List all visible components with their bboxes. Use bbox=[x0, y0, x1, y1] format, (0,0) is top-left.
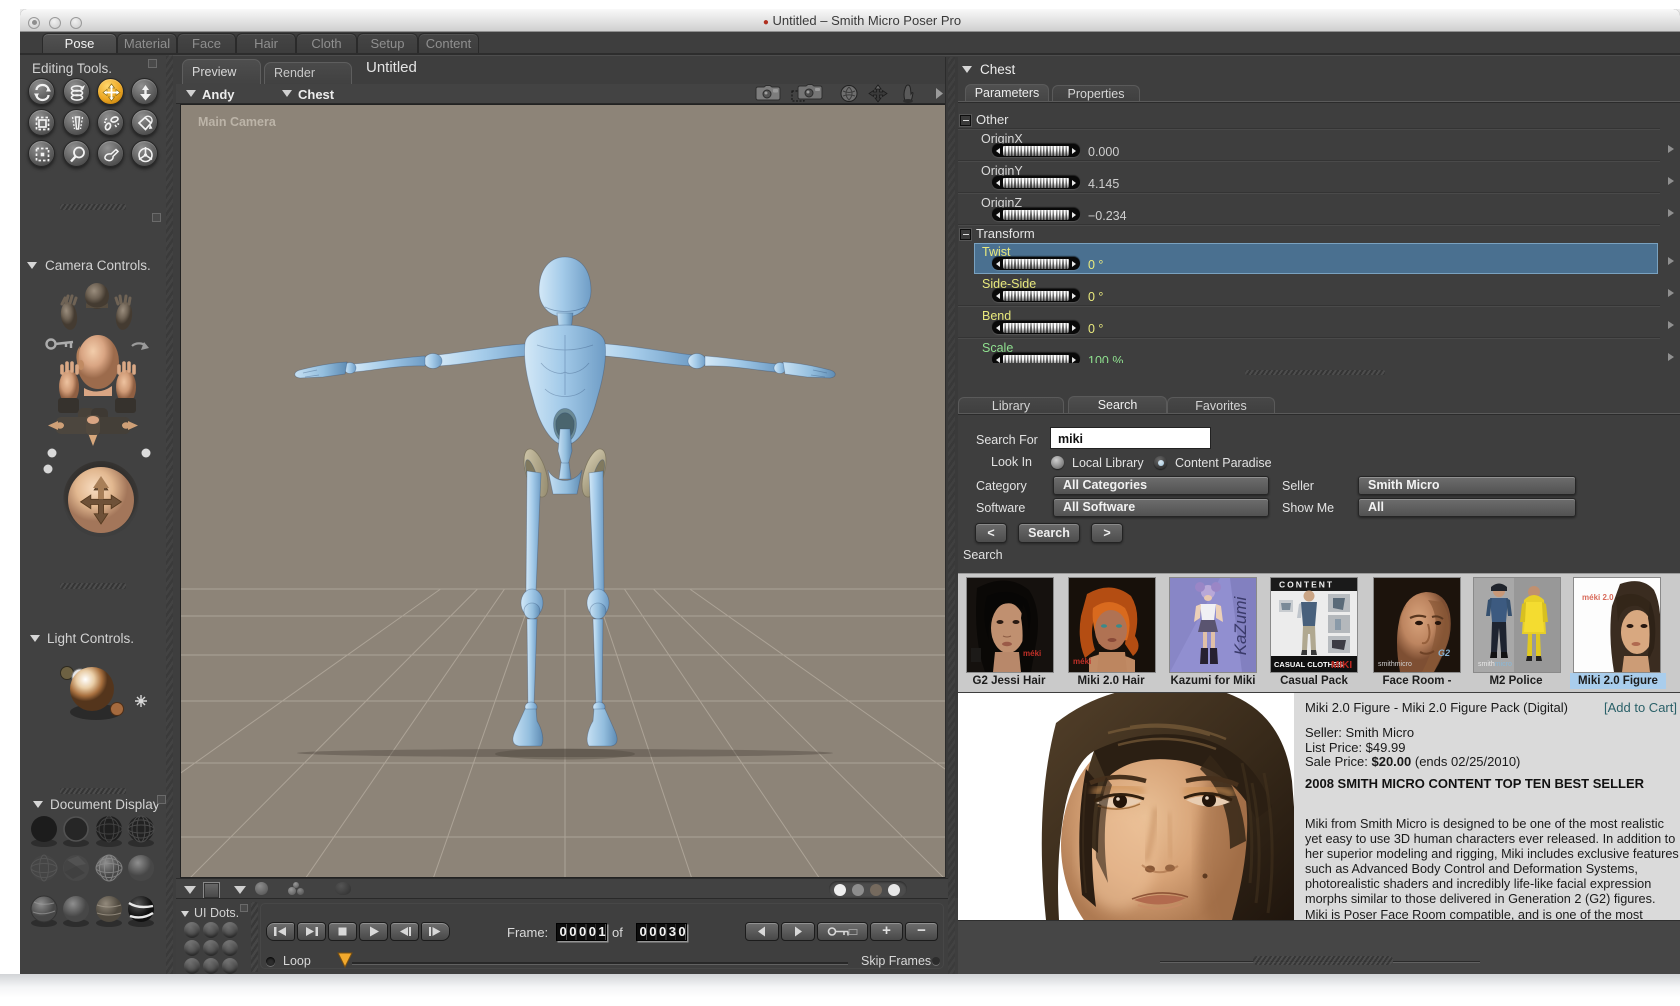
svg-text:CONTENT: CONTENT bbox=[1279, 580, 1334, 590]
svg-text:méki: méki bbox=[1023, 649, 1041, 658]
svg-text:G2: G2 bbox=[1438, 648, 1450, 658]
svg-text:smithmicro: smithmicro bbox=[1378, 661, 1412, 668]
svg-text:smithmicro: smithmicro bbox=[1478, 661, 1512, 668]
svg-text:méki: méki bbox=[1073, 657, 1091, 666]
svg-text:KaZumi: KaZumi bbox=[1231, 595, 1250, 655]
svg-text:méki 2.0: méki 2.0 bbox=[1582, 593, 1614, 602]
svg-text:MIKI: MIKI bbox=[1331, 660, 1352, 671]
